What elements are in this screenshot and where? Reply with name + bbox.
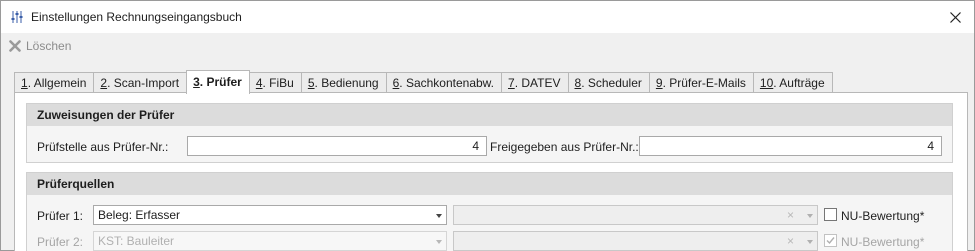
pruefer1-label: Prüfer 1: — [37, 209, 84, 223]
tab-number: 7 — [508, 76, 515, 90]
sources-header: Prüferquellen — [27, 173, 952, 195]
sources-group: Prüferquellen Prüfer 1: Beleg: Erfasser … — [26, 172, 953, 251]
tab-strip: 1. Allgemein 2. Scan-Import 3. Prüfer 4. Fi… — [14, 69, 833, 94]
delete-button[interactable]: Löschen — [9, 36, 71, 56]
tab-5[interactable]: 5. Bedienung — [300, 72, 387, 93]
tab-6[interactable]: 6. Sachkontenabw. — [385, 72, 503, 93]
tab-label: . Scan-Import — [107, 76, 180, 90]
pruefer1-nu-label: NU-Bewertung* — [841, 209, 925, 223]
pruefer1-value: Beleg: Erfasser — [98, 208, 181, 222]
sliders-icon — [11, 11, 23, 23]
tab-number: 3 — [193, 75, 200, 89]
chevron-down-icon — [436, 240, 442, 244]
window-title: Einstellungen Rechnungseingangsbuch — [31, 10, 242, 24]
tab-label: . FiBu — [262, 76, 294, 90]
tab-number: 6 — [392, 76, 400, 90]
pruefer1-detail-select[interactable]: × — [453, 205, 818, 225]
pruefer1-select[interactable]: Beleg: Erfasser — [93, 205, 447, 225]
chevron-down-icon — [807, 214, 813, 218]
delete-label: Löschen — [26, 39, 72, 53]
tab-10[interactable]: 10. Aufträge — [752, 72, 833, 93]
chevron-down-icon — [807, 240, 813, 244]
freigegeben-input[interactable]: 4 — [639, 136, 942, 156]
pruefer2-nu-label: NU-Bewertung* — [841, 235, 925, 249]
pruefer1-nu-checkbox[interactable] — [824, 208, 837, 221]
close-button[interactable] — [946, 8, 964, 26]
pruefstelle-label: Prüfstelle aus Prüfer-Nr.: — [37, 140, 169, 154]
tab-label: . Sachkontenabw. — [399, 76, 495, 90]
tab-number: 4 — [255, 76, 263, 90]
pruefer2-label: Prüfer 2: — [37, 235, 84, 249]
tab-8[interactable]: 8. Scheduler — [567, 72, 650, 93]
tab-1[interactable]: 1. Allgemein — [14, 72, 95, 93]
pruefer2-nu-checkbox[interactable] — [824, 234, 837, 247]
title-bar: Einstellungen Rechnungseingangsbuch — [1, 1, 974, 33]
tab-number: 10 — [759, 76, 774, 90]
assignments-header: Zuweisungen der Prüfer — [27, 104, 952, 126]
chevron-down-icon — [436, 214, 442, 218]
tab-label: . Prüfer-E-Mails — [662, 76, 746, 90]
tab-panel-pruefer: Zuweisungen der Prüfer Prüfstelle aus Pr… — [14, 92, 968, 251]
pruefer2-value: KST: Bauleiter — [98, 234, 175, 248]
pruefstelle-input[interactable]: 4 — [187, 136, 487, 156]
tab-number: 1 — [21, 76, 28, 90]
clear-icon[interactable]: × — [787, 232, 794, 250]
freigegeben-label: Freigegeben aus Prüfer-Nr.: — [490, 140, 639, 154]
tab-number: 2 — [100, 76, 108, 90]
check-icon — [826, 237, 835, 245]
tab-number: 9 — [655, 76, 663, 90]
tab-9[interactable]: 9. Prüfer-E-Mails — [648, 72, 754, 93]
tab-label: . Prüfer — [199, 75, 242, 89]
tab-label: . Allgemein — [27, 76, 87, 90]
settings-window: Einstellungen Rechnungseingangsbuch Lösc… — [0, 0, 975, 251]
tab-4[interactable]: 4. FiBu — [248, 72, 302, 93]
assignments-group: Zuweisungen der Prüfer Prüfstelle aus Pr… — [26, 103, 953, 163]
tab-label: . DATEV — [514, 76, 561, 90]
pruefer2-detail-select[interactable]: × — [453, 231, 818, 251]
tab-label: . Scheduler — [581, 76, 642, 90]
toolbar: Löschen — [1, 33, 974, 59]
tab-label: . Bedienung — [314, 76, 379, 90]
delete-x-icon — [9, 40, 21, 52]
tab-2[interactable]: 2. Scan-Import — [93, 72, 188, 93]
clear-icon[interactable]: × — [787, 206, 794, 224]
pruefer2-select[interactable]: KST: Bauleiter — [93, 231, 447, 251]
tab-3[interactable]: 3. Prüfer — [186, 70, 250, 94]
close-icon — [949, 11, 961, 23]
tab-number: 8 — [574, 76, 582, 90]
tab-number: 5 — [307, 76, 315, 90]
tab-7[interactable]: 7. DATEV — [501, 72, 569, 93]
tab-label: . Aufträge — [773, 76, 825, 90]
